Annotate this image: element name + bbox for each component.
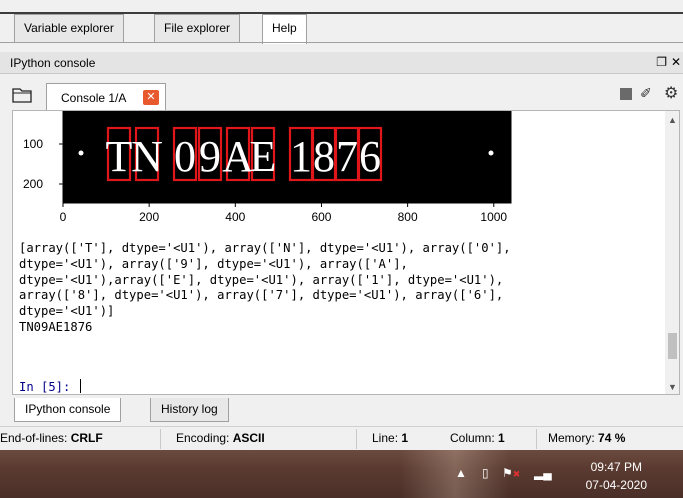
status-column: Column: 1 — [450, 431, 505, 445]
tab-help[interactable]: Help — [262, 14, 307, 44]
browse-tabs-icon[interactable] — [12, 87, 32, 103]
output-line: array(['8'], dtype='<U1'), array(['7'], … — [19, 288, 504, 303]
clock-time: 09:47 PM — [590, 460, 642, 474]
gear-icon[interactable]: ⚙ — [664, 83, 678, 103]
plate-character: 8 — [313, 132, 335, 181]
console-tab-row: Console 1/A ✕ ✐ ⚙ — [0, 80, 683, 110]
plate-character: 6 — [359, 132, 381, 181]
plate-character: N — [131, 132, 163, 181]
status-bar: End-of-lines: CRLF Encoding: ASCII Line:… — [0, 426, 683, 450]
output-line: dtype='<U1'),array(['E'], dtype='<U1'), … — [19, 272, 504, 287]
plate-character: E — [250, 132, 277, 181]
console-output-text: [array(['T'], dtype='<U1'), array(['N'],… — [19, 241, 659, 336]
scrollbar-thumb[interactable] — [668, 333, 677, 359]
tab-history-log[interactable]: History log — [150, 398, 229, 422]
console-output-area[interactable]: 100 200 TN09AE1876 0 200 400 600 800 1000 [ar… — [12, 110, 680, 395]
x-tick-label: 200 — [139, 210, 159, 224]
x-tick-label: 0 — [60, 210, 67, 224]
status-encoding: Encoding: ASCII — [176, 431, 265, 445]
battery-icon[interactable]: ▯ — [482, 466, 489, 480]
output-line: dtype='<U1')] — [19, 304, 115, 319]
tab-variable-explorer[interactable]: Variable explorer — [14, 14, 124, 42]
plate-character: T — [106, 132, 133, 181]
plate-character: 7 — [336, 132, 358, 181]
x-tick-label: 800 — [398, 210, 418, 224]
status-eol: End-of-lines: CRLF — [0, 431, 103, 445]
network-icon[interactable]: ▂▄ — [534, 466, 552, 480]
y-tick-label: 200 — [23, 177, 43, 191]
stop-icon[interactable] — [620, 88, 632, 100]
scroll-up-arrow-icon[interactable]: ▲ — [668, 115, 677, 125]
x-axis: 0 200 400 600 800 1000 — [60, 203, 507, 224]
output-line: TN09AE1876 — [19, 319, 93, 334]
bottom-tab-bar: IPython console History log — [0, 398, 683, 424]
output-line: [array(['T'], dtype='<U1'), array(['N'],… — [19, 241, 511, 255]
x-tick-label: 400 — [225, 210, 245, 224]
pane-title: IPython console — [10, 56, 96, 70]
close-icon[interactable]: ✕ — [671, 55, 681, 69]
x-tick-label: 1000 — [480, 210, 507, 224]
undock-icon[interactable]: ❐ — [656, 55, 667, 69]
vertical-scrollbar[interactable]: ▲ ▼ — [665, 111, 679, 394]
plate-plot: 100 200 TN 0 9 AE 1 8 7 6 0 200 400 600 800 1000 — [23, 111, 512, 224]
console-tab-label: Console 1/A — [61, 91, 127, 105]
plate-character: 1 — [290, 132, 312, 181]
status-memory: Memory: 74 % — [548, 431, 626, 445]
scroll-down-arrow-icon[interactable]: ▼ — [668, 382, 677, 392]
plate-characters: TN 0 9 AE 1 8 7 6 — [106, 126, 383, 182]
pane-title-bar: IPython console ❐ ✕ — [0, 52, 683, 74]
text-caret — [79, 379, 81, 393]
top-tab-bar: Variable explorer File explorer Help — [0, 0, 683, 46]
clock-date: 07-04-2020 — [585, 478, 647, 492]
input-prompt[interactable]: In [5]: — [19, 379, 81, 394]
tab-file-explorer[interactable]: File explorer — [154, 14, 241, 42]
chevron-up-icon[interactable]: ▲ — [455, 466, 467, 480]
eraser-icon[interactable]: ✐ — [640, 85, 652, 102]
flag-icon[interactable]: ⚑✖ — [502, 466, 520, 480]
taskbar: ▲ ▯ ⚑✖ ▂▄ 09:47 PM 07-04-2020 — [0, 450, 683, 498]
tab-console-1a[interactable]: Console 1/A ✕ — [46, 83, 166, 110]
plate-character: 0 — [174, 132, 196, 181]
y-tick-label: 100 — [23, 137, 43, 151]
plate-character: 9 — [199, 132, 221, 181]
output-line: dtype='<U1'), array(['9'], dtype='<U1'),… — [19, 256, 408, 271]
system-clock[interactable]: 09:47 PM 07-04-2020 — [586, 458, 647, 494]
close-console-tab-icon[interactable]: ✕ — [143, 90, 159, 105]
x-tick-label: 600 — [311, 210, 331, 224]
status-line: Line: 1 — [372, 431, 409, 445]
tab-ipython-console[interactable]: IPython console — [14, 398, 122, 422]
